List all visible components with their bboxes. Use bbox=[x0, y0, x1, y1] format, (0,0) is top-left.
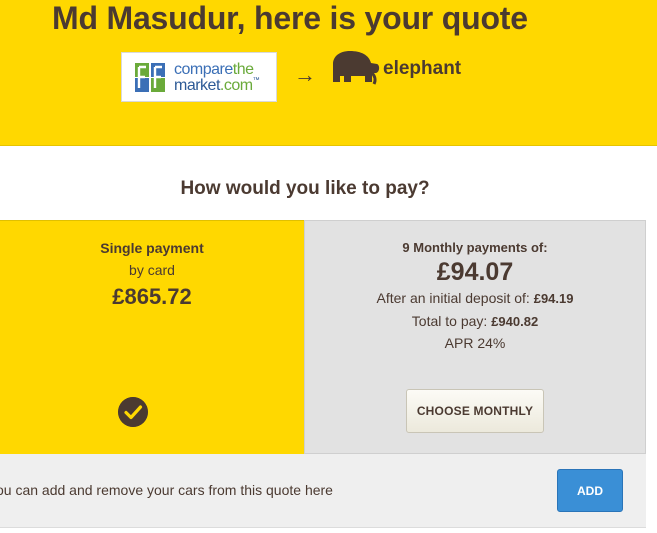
selected-check-icon bbox=[118, 397, 148, 427]
single-payment-price: £865.72 bbox=[112, 284, 192, 309]
logo-line-2: market.com™ bbox=[174, 77, 260, 94]
elephant-brand-name: elephant bbox=[383, 58, 462, 79]
monthly-apr: APR 24% bbox=[444, 335, 506, 351]
monthly-total: Total to pay: £940.82 bbox=[411, 313, 539, 329]
comparethemarket-mark-icon bbox=[135, 63, 165, 92]
monthly-payment-price: £94.07 bbox=[436, 258, 514, 286]
choose-monthly-button[interactable]: CHOOSE MONTHLY bbox=[406, 389, 544, 433]
quote-header: Md Masudur, here is your quote compareth… bbox=[0, 0, 657, 146]
add-car-button[interactable]: ADD bbox=[557, 469, 623, 512]
arrow-right-icon: → bbox=[294, 62, 316, 87]
page-title: Md Masudur, here is your quote bbox=[52, 0, 528, 36]
single-payment-option[interactable]: Single payment by card £865.72 bbox=[0, 220, 304, 454]
single-payment-subtitle: by card bbox=[129, 262, 175, 278]
comparethemarket-logo: comparethe market.com™ bbox=[121, 52, 277, 102]
cars-info-text: ou can add and remove your cars from thi… bbox=[0, 482, 333, 498]
single-payment-label: Single payment bbox=[100, 240, 204, 256]
cars-section: ou can add and remove your cars from thi… bbox=[0, 454, 646, 528]
payment-question: How would you like to pay? bbox=[180, 178, 430, 199]
elephant-logo-icon bbox=[333, 51, 380, 85]
monthly-deposit: After an initial deposit of: £94.19 bbox=[376, 290, 574, 306]
monthly-payment-option[interactable]: 9 Monthly payments of: £94.07 After an i… bbox=[304, 220, 646, 454]
monthly-payment-label: 9 Monthly payments of: bbox=[402, 240, 548, 255]
